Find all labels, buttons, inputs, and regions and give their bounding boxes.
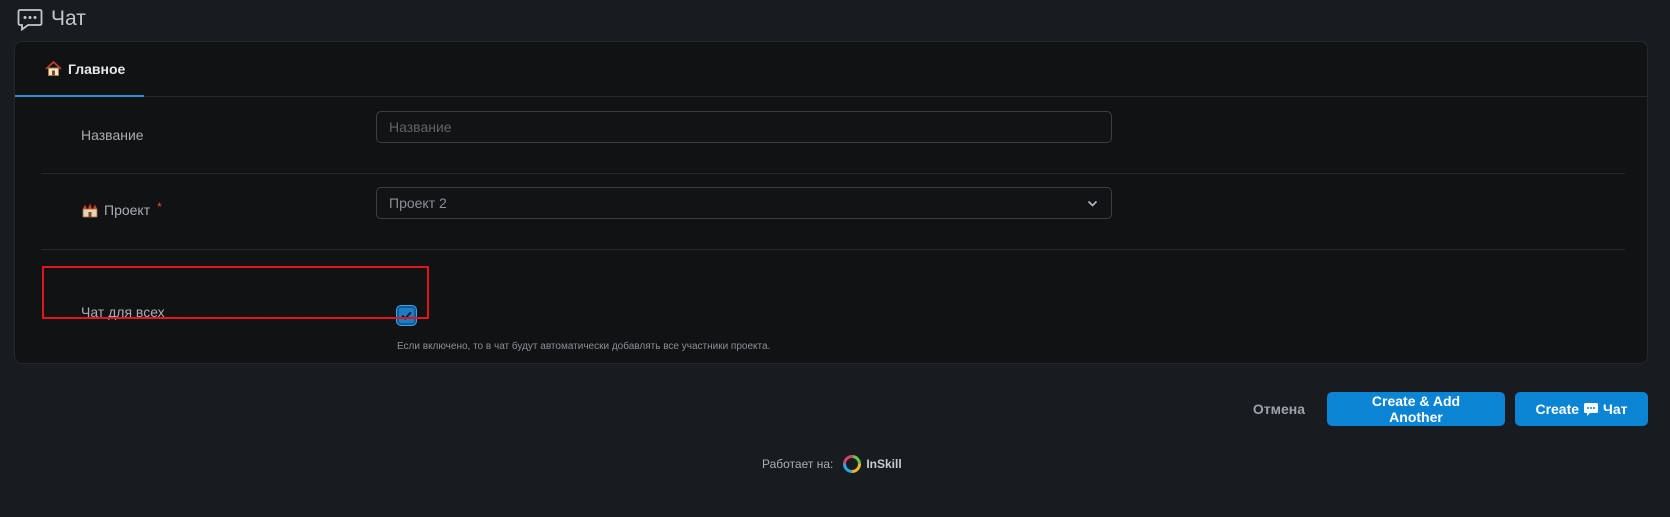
form-actions: Отмена Create & Add Another Create Чат <box>1253 392 1648 426</box>
brand-link[interactable]: InSkill <box>841 453 902 475</box>
create-button-suffix: Чат <box>1603 401 1628 417</box>
castle-icon <box>81 202 99 218</box>
chevron-down-icon <box>1087 200 1098 207</box>
powered-by-text: Работает на: <box>762 457 834 471</box>
create-button[interactable]: Create Чат <box>1515 392 1648 426</box>
page-header: Чат <box>17 4 86 34</box>
name-row: Название <box>41 98 1625 174</box>
required-marker: * <box>157 200 162 214</box>
check-icon <box>401 311 412 320</box>
project-label-text: Проект <box>104 202 151 218</box>
project-label: Проект * <box>81 200 162 218</box>
name-input[interactable] <box>376 111 1112 143</box>
footer: Работает на: InSkill <box>762 452 902 476</box>
name-label-text: Название <box>81 127 144 143</box>
create-button-label: Create <box>1535 401 1580 417</box>
inskill-logo-icon <box>841 453 863 475</box>
project-row: Проект * Проект 2 <box>41 174 1625 250</box>
create-add-another-button[interactable]: Create & Add Another <box>1327 392 1505 426</box>
chat-for-all-label-text: Чат для всех <box>81 304 165 320</box>
brand-name: InSkill <box>866 457 902 471</box>
chat-for-all-label: Чат для всех <box>81 304 165 320</box>
chat-bubble-icon <box>17 7 43 31</box>
chat-for-all-checkbox[interactable] <box>397 306 416 325</box>
chat-for-all-help: Если включено, то в чат будут автоматиче… <box>397 341 771 352</box>
form-card: Главное Название Проект * Проект 2 <box>14 41 1648 364</box>
tab-bar: Главное <box>15 42 1647 97</box>
chat-for-all-row: Чат для всех Если включено, то в чат буд… <box>41 250 1625 360</box>
house-icon <box>45 60 62 77</box>
project-select-value: Проект 2 <box>389 195 447 211</box>
name-label: Название <box>81 127 144 143</box>
project-select[interactable]: Проект 2 <box>376 187 1112 219</box>
cancel-button[interactable]: Отмена <box>1253 401 1317 417</box>
chat-bubble-icon <box>1583 402 1599 416</box>
page-title: Чат <box>51 7 86 30</box>
tab-main[interactable]: Главное <box>15 42 144 97</box>
tab-main-label: Главное <box>68 60 126 77</box>
